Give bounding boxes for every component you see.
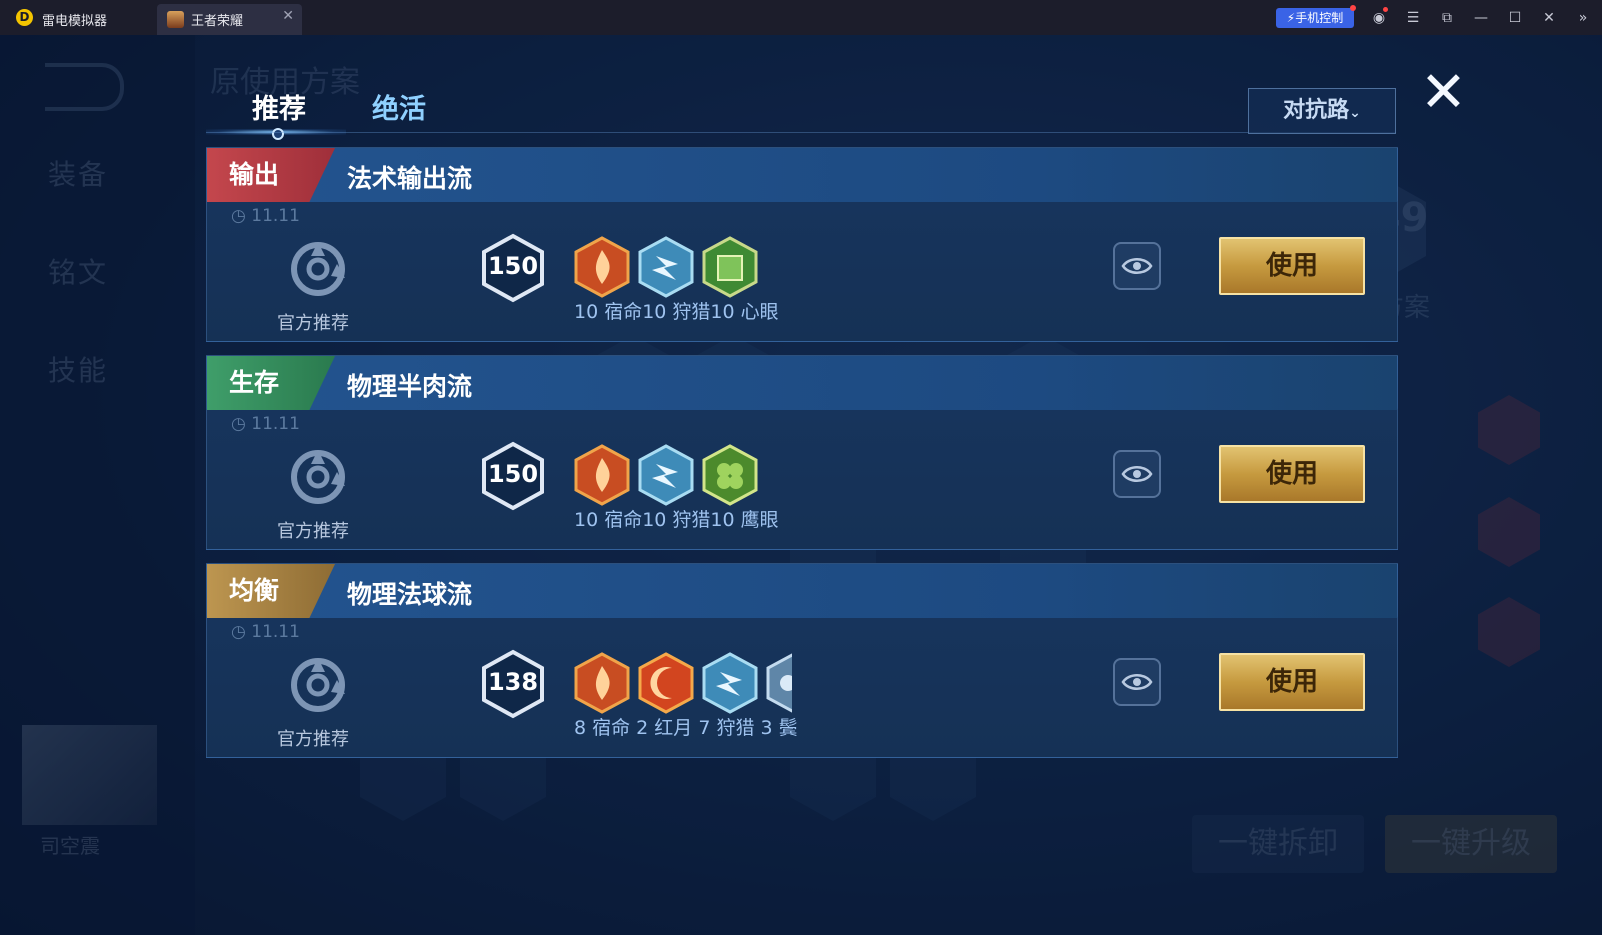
eye-icon (1121, 466, 1153, 482)
use-scheme-button[interactable]: 使用 (1219, 237, 1365, 295)
official-recommend-icon (291, 242, 345, 296)
maximize-icon[interactable]: ☐ (1504, 7, 1526, 29)
inscription-level-badge: 150 (481, 441, 545, 511)
scheme-title: 物理半肉流 (347, 372, 473, 401)
clock-icon: ◷ (231, 206, 246, 226)
use-scheme-button[interactable]: 使用 (1219, 445, 1365, 503)
red-fire-rune-icon (574, 236, 630, 298)
chevron-down-icon: ⌄ (1349, 105, 1361, 121)
lane-dropdown[interactable]: 对抗路⌄ (1248, 88, 1396, 134)
clock-icon: ◷ (231, 622, 246, 642)
scheme-date: ◷ 11.11 (231, 414, 300, 434)
inscription-level-badge: 138 (481, 649, 545, 719)
menu-icon[interactable]: ☰ (1402, 7, 1424, 29)
eye-icon (1121, 674, 1153, 690)
tab-active-dot (272, 128, 284, 140)
tab-recommended[interactable]: 推荐 (252, 87, 306, 126)
scheme-date: ◷ 11.11 (231, 206, 300, 226)
game-tab-icon (167, 11, 184, 28)
scheme-title: 物理法球流 (347, 580, 473, 609)
blue-lightning-rune-icon (638, 444, 694, 506)
scheme-type-badge: 均衡 (207, 564, 335, 618)
restore-window-icon[interactable]: ⧉ (1436, 7, 1458, 29)
tab-specialty[interactable]: 绝活 (372, 87, 426, 126)
minimize-icon[interactable]: — (1470, 7, 1492, 29)
scheme-type-badge: 输出 (207, 148, 335, 202)
game-screen: 149 原使用方案 原使用方案 装备 铭文 技能 司空震 一键拆卸 一键升级 推… (0, 35, 1602, 935)
green-clover-rune-icon (702, 444, 758, 506)
preview-button[interactable] (1113, 242, 1161, 290)
scheme-date-value: 11.11 (251, 414, 300, 434)
official-recommend-label: 官方推荐 (277, 729, 349, 750)
official-recommend-label: 官方推荐 (277, 313, 349, 334)
blue-lightning-rune-icon (702, 652, 758, 714)
notification-dot (1350, 5, 1356, 11)
lane-dropdown-value: 对抗路 (1283, 98, 1350, 123)
official-recommend-label: 官方推荐 (277, 521, 349, 542)
scheme-date-value: 11.11 (251, 206, 300, 226)
scheme-date: ◷ 11.11 (231, 622, 300, 642)
clock-icon: ◷ (231, 414, 246, 434)
preview-button[interactable] (1113, 658, 1161, 706)
scheme-card: 生存 物理半肉流 ◷ 11.11 官方推荐 150 10 宿命10 狩猎10 鹰… (206, 355, 1398, 550)
rune-caption: 10 宿命10 狩猎10 心眼 (574, 301, 779, 323)
scheme-card: 输出 法术输出流 ◷ 11.11 官方推荐 150 10 宿命10 狩猎10 心… (206, 147, 1398, 342)
official-recommend-icon (291, 658, 345, 712)
inscription-level: 150 (487, 460, 539, 488)
scheme-date-value: 11.11 (251, 622, 300, 642)
green-leaf-rune-icon (702, 236, 758, 298)
user-icon[interactable]: ◉ (1368, 7, 1390, 29)
emulator-logo-icon: D (16, 9, 33, 26)
official-recommend-icon (291, 450, 345, 504)
inscription-level: 138 (487, 668, 539, 696)
use-scheme-button[interactable]: 使用 (1219, 653, 1365, 711)
expand-sidebar-icon[interactable]: » (1572, 7, 1594, 29)
blue-lightning-rune-icon (638, 236, 694, 298)
scheme-card: 均衡 物理法球流 ◷ 11.11 官方推荐 138 8 宿命 2 红月 7 狩猎… (206, 563, 1398, 758)
game-tab-label: 王者荣耀 (191, 14, 244, 29)
game-tab[interactable]: 王者荣耀 ✕ (157, 4, 302, 35)
scheme-card-header: 均衡 物理法球流 (207, 564, 1397, 618)
scheme-title: 法术输出流 (347, 164, 473, 193)
blue-partial-rune-icon (766, 653, 792, 713)
lightning-icon: ⚡ (1286, 11, 1296, 25)
scheme-type-badge: 生存 (207, 356, 335, 410)
phone-control-button[interactable]: ⚡手机控制 (1276, 5, 1356, 28)
eye-icon (1121, 258, 1153, 274)
close-dialog-icon[interactable]: ✕ (1420, 63, 1467, 123)
tab-divider (206, 132, 1396, 133)
emulator-app-name: 雷电模拟器 (42, 14, 108, 29)
red-moon-rune-icon (638, 652, 694, 714)
emulator-titlebar: D 雷电模拟器 王者荣耀 ✕ ⚡手机控制 ◉ ☰ ⧉ — ☐ ✕ » (0, 0, 1602, 35)
rune-caption: 10 宿命10 狩猎10 鹰眼 (574, 509, 779, 531)
inscription-level-badge: 150 (481, 233, 545, 303)
close-window-icon[interactable]: ✕ (1538, 7, 1560, 29)
inscription-level: 150 (487, 252, 539, 280)
phone-control-label: 手机控制 (1295, 11, 1344, 25)
scheme-card-header: 生存 物理半肉流 (207, 356, 1397, 410)
user-notification-dot (1383, 7, 1388, 12)
preview-button[interactable] (1113, 450, 1161, 498)
scheme-card-header: 输出 法术输出流 (207, 148, 1397, 202)
red-fire-rune-icon (574, 444, 630, 506)
tab-close-icon[interactable]: ✕ (282, 8, 294, 24)
rune-caption: 8 宿命 2 红月 7 狩猎 3 鬓 (574, 717, 798, 739)
red-fire-rune-icon (574, 652, 630, 714)
partial-rune-clip (766, 652, 792, 714)
